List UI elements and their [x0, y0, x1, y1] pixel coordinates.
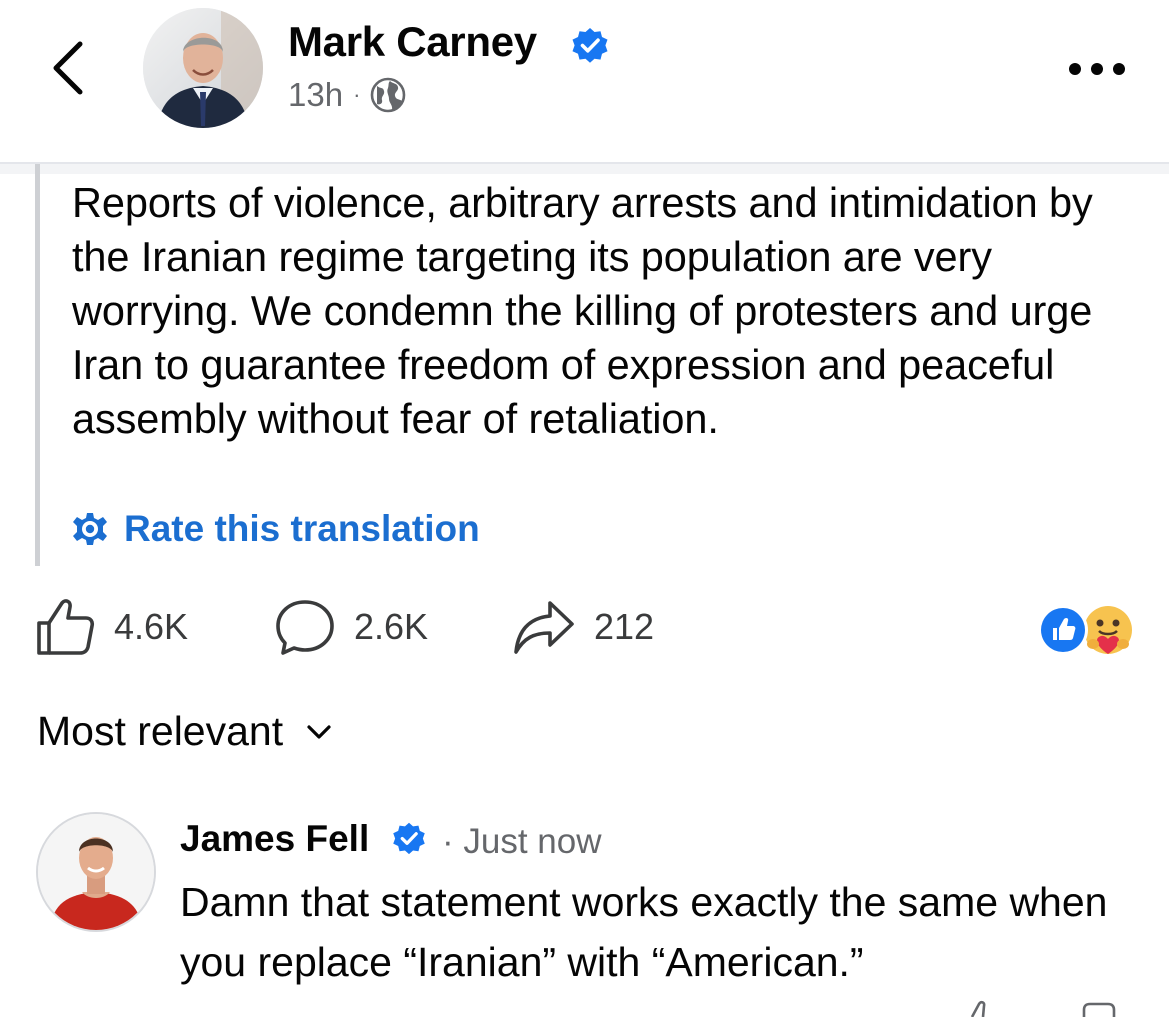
chevron-down-icon — [307, 724, 331, 739]
share-arrow-icon — [514, 601, 574, 654]
back-chevron-icon[interactable] — [44, 36, 94, 100]
verified-badge-icon — [572, 28, 608, 63]
like-button[interactable]: 4.6K — [34, 594, 188, 660]
meta-separator: · — [353, 82, 361, 107]
post-body-text: Reports of violence, arbitrary arrests a… — [72, 179, 1093, 442]
author-avatar-image — [143, 8, 263, 128]
comment-like-icon[interactable] — [964, 996, 994, 1017]
post-meta: 13h · — [288, 76, 406, 114]
verified-badge-icon — [393, 822, 425, 855]
care-reaction-icon — [1084, 606, 1132, 654]
reaction-summary[interactable] — [1036, 602, 1136, 658]
comment-meta-separator: · — [442, 822, 454, 861]
share-count: 212 — [594, 606, 655, 647]
comment-author-name[interactable]: James Fell — [180, 818, 369, 860]
like-reaction-icon — [1038, 605, 1088, 655]
translation-quote-bar — [35, 164, 40, 566]
comment-body-text: Damn that statement works exactly the sa… — [180, 879, 1108, 985]
comment-sort-dropdown[interactable]: Most relevant — [37, 708, 333, 755]
globe-icon[interactable] — [370, 77, 406, 113]
post-header: Mark Carney 13h · — [0, 0, 1169, 160]
share-button[interactable]: 212 — [512, 594, 654, 660]
rate-translation-label: Rate this translation — [124, 508, 480, 549]
commenter-avatar[interactable] — [36, 812, 156, 932]
more-options-icon[interactable] — [1062, 54, 1132, 84]
comment-timestamp: · Just now — [442, 822, 602, 862]
comment-bubble-icon — [276, 600, 334, 655]
thumbs-up-icon — [37, 599, 95, 655]
post-timestamp[interactable]: 13h — [288, 76, 343, 114]
commenter-avatar-image — [38, 814, 154, 930]
author-avatar[interactable] — [143, 8, 263, 128]
post-author-name[interactable]: Mark Carney — [288, 18, 537, 66]
gear-icon — [73, 513, 107, 545]
comment-button[interactable]: 2.6K — [274, 594, 428, 660]
post-actions-bar: 4.6K 2.6K 212 — [0, 594, 1169, 664]
comment-count: 2.6K — [354, 606, 429, 647]
comment-reply-icon[interactable] — [1080, 996, 1116, 1017]
like-count: 4.6K — [114, 606, 189, 647]
sort-label: Most relevant — [37, 708, 284, 754]
rate-translation-link[interactable]: Rate this translation — [72, 508, 480, 550]
comment-time-label: Just now — [463, 822, 602, 861]
section-band — [0, 164, 1169, 174]
